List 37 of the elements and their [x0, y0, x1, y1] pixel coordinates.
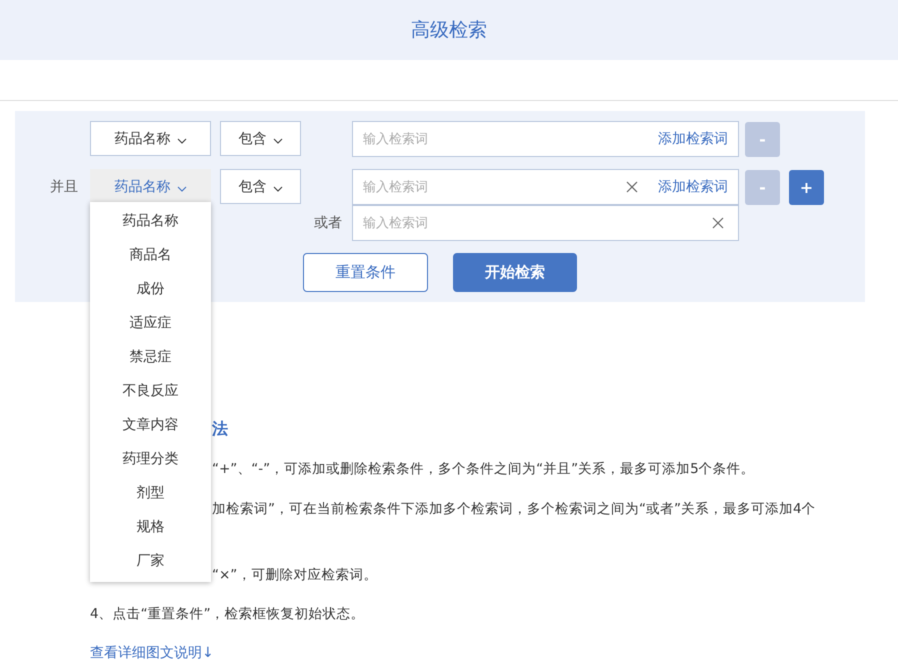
help-text: “+”、“-”，可添加或删除检索条件，多个条件之间为“并且”关系，最多可添加5个条件。 [212, 460, 755, 478]
caret-icon [272, 138, 282, 144]
search-term-field[interactable]: 输入检索词 添加检索词 [352, 121, 739, 157]
help-text: 4、点击“重置条件”，检索框恢复初始状态。 [90, 604, 365, 622]
dropdown-item[interactable]: 规格 [90, 510, 211, 544]
operator-select[interactable]: 包含 [220, 121, 301, 156]
dropdown-item[interactable]: 成份 [90, 272, 211, 306]
operator-select[interactable]: 包含 [220, 169, 301, 204]
caret-icon [176, 186, 186, 192]
dropdown-item[interactable]: 适应症 [90, 306, 211, 340]
close-icon[interactable] [626, 181, 638, 193]
add-condition-button[interactable]: + [789, 170, 824, 204]
connector-label: 或者 [314, 214, 342, 232]
dropdown-item[interactable]: 不良反应 [90, 374, 211, 408]
dropdown-item[interactable]: 文章内容 [90, 408, 211, 442]
field-select[interactable]: 药品名称 [90, 169, 211, 204]
help-text: “×”，可删除对应检索词。 [212, 566, 378, 584]
dropdown-item[interactable]: 药理分类 [90, 442, 211, 476]
reset-button[interactable]: 重置条件 [303, 253, 428, 292]
dropdown-item[interactable]: 厂家 [90, 544, 211, 578]
dropdown-item[interactable]: 药品名称 [90, 204, 211, 238]
caret-icon [272, 186, 282, 192]
details-link[interactable]: 查看详细图文说明↓ [90, 644, 214, 662]
dropdown-item[interactable]: 禁忌症 [90, 340, 211, 374]
dropdown-item[interactable]: 商品名 [90, 238, 211, 272]
connector-label: 并且 [50, 178, 78, 196]
close-icon[interactable] [712, 217, 724, 229]
field-select[interactable]: 药品名称 [90, 121, 211, 156]
search-term-field[interactable]: 输入检索词 添加检索词 [352, 169, 739, 205]
help-heading: 法 [212, 419, 228, 440]
add-term-link[interactable]: 添加检索词 [658, 178, 728, 196]
caret-icon [176, 138, 186, 144]
dropdown-item[interactable]: 剂型 [90, 476, 211, 510]
add-term-link[interactable]: 添加检索词 [658, 130, 728, 148]
help-text: 加检索词”，可在当前检索条件下添加多个检索词，多个检索词之间为“或者”关系，最多可添加4个 [212, 500, 816, 518]
page-title: 高级检索 [411, 18, 487, 43]
search-button[interactable]: 开始检索 [453, 253, 577, 292]
